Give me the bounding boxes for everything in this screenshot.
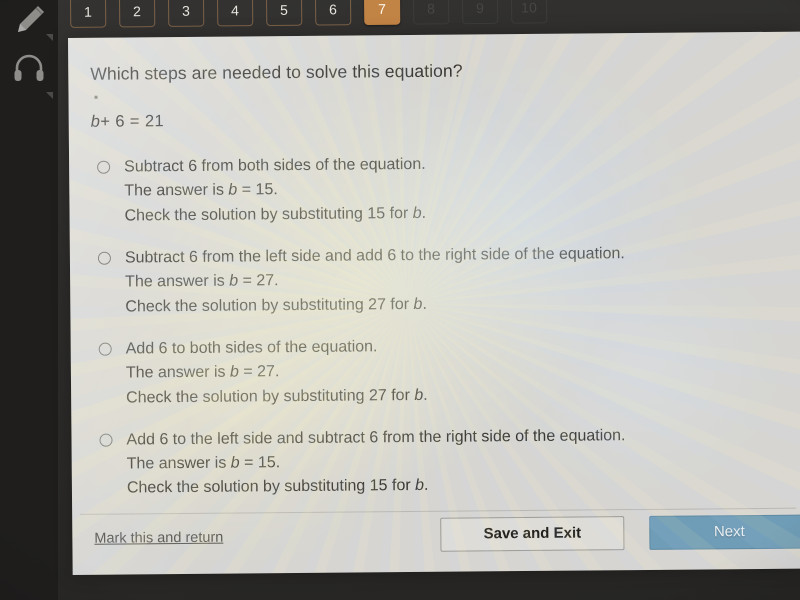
headphones-icon[interactable] [10, 48, 48, 86]
question-tab-2[interactable]: 2 [118, 0, 156, 28]
check-period: . [421, 204, 427, 222]
radio-button[interactable] [97, 160, 111, 174]
question-tab-5[interactable]: 5 [265, 0, 303, 27]
answer-option-check-line: Check the solution by substituting 15 fo… [124, 202, 426, 229]
rail-corner-marker-2 [46, 92, 53, 99]
rail-corner-marker-1 [46, 34, 53, 41]
question-tab-8: 8 [412, 0, 450, 25]
equation-variable: b [90, 112, 101, 131]
result-variable: b [229, 363, 239, 381]
screen-photo: 1 2 3 4 5 6 7 8 9 10 Which steps are needed to so… [0, 0, 800, 600]
result-value: = 15. [237, 181, 278, 199]
answer-option-step-line: Add 6 to both sides of the equation. [125, 338, 378, 358]
question-tab-3[interactable]: 3 [167, 0, 205, 27]
radio-button[interactable] [97, 251, 111, 265]
check-period: . [423, 477, 429, 495]
screen-artifact-dot [94, 95, 98, 99]
left-tool-rail [0, 0, 58, 600]
check-variable: b [414, 386, 424, 404]
pencil-icon[interactable] [10, 2, 48, 40]
answer-option[interactable]: Subtract 6 from the left side and add 6 … [92, 241, 773, 320]
question-tab-7[interactable]: 7 [363, 0, 401, 26]
answer-option[interactable]: Add 6 to the left side and subtract 6 fr… [93, 423, 774, 502]
answer-option-check-line: Check the solution by substituting 27 fo… [125, 291, 625, 320]
question-tab-10: 10 [510, 0, 548, 24]
answer-option-check-line: Check the solution by substituting 27 fo… [126, 383, 428, 410]
mark-this-and-return-link[interactable]: Mark this and return [94, 530, 223, 547]
check-prefix: Check the solution by substituting 27 fo… [125, 295, 414, 316]
check-period: . [423, 386, 428, 404]
equation: b+ 6 = 21 [91, 107, 771, 132]
answer-option-text: Add 6 to both sides of the equation. The … [126, 335, 428, 411]
result-variable: b [228, 181, 238, 199]
check-variable: b [413, 295, 423, 313]
answer-options-list: Subtract 6 from both sides of the equati… [91, 150, 774, 502]
answer-option-text: Add 6 to the left side and subtract 6 fr… [126, 424, 626, 501]
question-tab-6[interactable]: 6 [314, 0, 352, 26]
answer-option-step-line: Subtract 6 from both sides of the equati… [124, 155, 426, 176]
check-variable: b [415, 477, 425, 495]
check-prefix: Check the solution by substituting 15 fo… [126, 477, 416, 497]
answer-option-text: Subtract 6 from both sides of the equati… [124, 153, 426, 229]
equation-rest: + 6 = 21 [100, 112, 165, 131]
question-panel: Which steps are needed to solve this equ… [68, 31, 800, 575]
radio-button[interactable] [99, 433, 113, 447]
result-prefix: The answer is [125, 272, 230, 291]
answer-option-check-line: Check the solution by substituting 15 fo… [127, 473, 626, 502]
result-variable: b [230, 454, 240, 472]
result-value: = 27. [238, 363, 280, 381]
answer-option-step-line: Subtract 6 from the left side and add 6 … [124, 245, 625, 267]
question-tab-1[interactable]: 1 [69, 0, 107, 28]
answer-option[interactable]: Add 6 to both sides of the equation. The … [93, 332, 774, 411]
result-value: = 27. [238, 272, 279, 290]
result-prefix: The answer is [126, 454, 231, 473]
result-value: = 15. [239, 454, 281, 472]
answer-option-text: Subtract 6 from the left side and add 6 … [125, 242, 625, 319]
check-period: . [422, 295, 427, 313]
check-prefix: Check the solution by substituting 15 fo… [124, 204, 413, 225]
result-prefix: The answer is [124, 181, 229, 200]
result-variable: b [229, 272, 239, 290]
answer-option-result-line: The answer is b = 27. [126, 359, 428, 386]
panel-footer: Mark this and return Save and Exit Next [72, 509, 800, 575]
radio-button[interactable] [98, 342, 112, 356]
save-and-exit-button[interactable]: Save and Exit [440, 516, 625, 552]
result-prefix: The answer is [125, 363, 231, 382]
check-variable: b [412, 204, 422, 222]
question-tab-4[interactable]: 4 [216, 0, 254, 27]
question-prompt: Which steps are needed to solve this equ… [90, 60, 463, 84]
question-tab-9: 9 [461, 0, 499, 25]
answer-option-step-line: Add 6 to the left side and subtract 6 fr… [126, 426, 626, 449]
answer-option[interactable]: Subtract 6 from both sides of the equati… [91, 150, 772, 229]
next-button[interactable]: Next [649, 514, 800, 550]
check-prefix: Check the solution by substituting 27 fo… [126, 386, 415, 407]
answer-option-result-line: The answer is b = 15. [124, 177, 426, 204]
